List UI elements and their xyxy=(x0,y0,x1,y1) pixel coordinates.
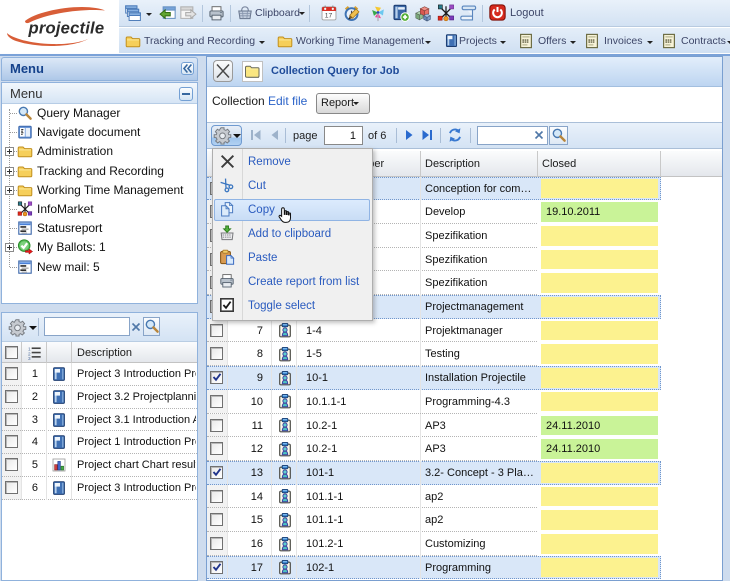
svg-text:projectile: projectile xyxy=(28,19,105,38)
